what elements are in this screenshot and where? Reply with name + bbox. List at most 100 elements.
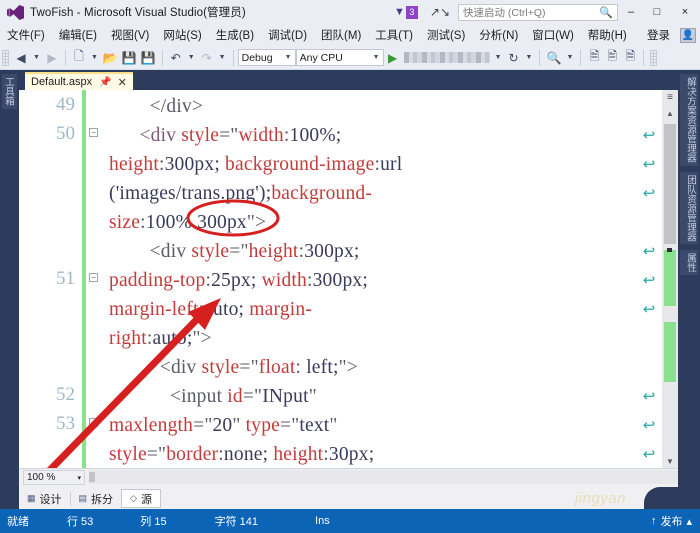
visual-studio-window: TwoFish - Microsoft Visual Studio(管理员) ▼… bbox=[0, 0, 700, 533]
status-column: 列 15 bbox=[140, 516, 167, 528]
toolbar-grip[interactable] bbox=[2, 49, 9, 66]
scrollbar-thumb[interactable] bbox=[664, 124, 676, 244]
browser-caret-icon[interactable]: ▼ bbox=[492, 54, 505, 61]
dock-corner-decoration bbox=[644, 487, 700, 509]
redo-icon: ↷ bbox=[201, 50, 212, 65]
start-debug-icon[interactable]: ▶ bbox=[384, 48, 402, 68]
menu-item-test[interactable]: 测试(S) bbox=[420, 27, 472, 43]
solution-platform-combo[interactable]: Any CPU ▼ bbox=[295, 49, 384, 66]
title-bar-right: ▼ 3 ↗↘ 快速启动 (Ctrl+Q) 🔍 – □ × bbox=[394, 0, 700, 24]
redo-caret-icon: ▼ bbox=[218, 54, 226, 61]
sidebar-item-team-explorer[interactable]: 团队资源管理器 bbox=[680, 171, 698, 244]
notification-area[interactable]: ▼ 3 bbox=[394, 5, 418, 19]
scrollbar-thumb[interactable] bbox=[89, 472, 95, 482]
account-icon[interactable]: 👤 bbox=[680, 27, 696, 43]
menu-item-debug[interactable]: 调试(D) bbox=[261, 27, 314, 43]
tab-default-aspx[interactable]: Default.aspx 📌 ✕ bbox=[25, 72, 133, 90]
watermark: jingyan bbox=[574, 490, 626, 507]
find-caret-icon[interactable]: ▼ bbox=[563, 54, 576, 61]
menu-item-analyze[interactable]: 分析(N) bbox=[472, 27, 525, 43]
tab-split-view[interactable]: ▤ 拆分 bbox=[71, 489, 122, 508]
refresh-icon[interactable]: ↻ bbox=[505, 48, 523, 68]
maximize-button[interactable]: □ bbox=[644, 0, 670, 24]
new-project-caret-icon[interactable]: ▼ bbox=[88, 54, 101, 61]
quick-launch-input[interactable]: 快速启动 (Ctrl+Q) 🔍 bbox=[458, 3, 618, 21]
menu-item-view[interactable]: 视图(V) bbox=[104, 27, 156, 43]
word-wrap-glyph: ↩ bbox=[642, 301, 656, 318]
menu-bar: 文件(F) 编辑(E) 视图(V) 网站(S) 生成(B) 调试(D) 团队(M… bbox=[0, 24, 700, 46]
minimize-button[interactable]: – bbox=[618, 0, 644, 24]
document-tab-strip: Default.aspx 📌 ✕ bbox=[19, 70, 678, 90]
word-wrap-glyph: ↩ bbox=[642, 388, 656, 405]
title-bar: TwoFish - Microsoft Visual Studio(管理员) ▼… bbox=[0, 0, 700, 24]
word-wrap-glyph: ↩ bbox=[642, 185, 656, 202]
menu-item-help[interactable]: 帮助(H) bbox=[581, 27, 634, 43]
menu-item-website[interactable]: 网站(S) bbox=[156, 27, 208, 43]
toolbar-separator bbox=[161, 49, 163, 66]
code-editor[interactable]: 49 50 51 52 53 − − − </div> <div style="… bbox=[19, 90, 678, 468]
code-text[interactable]: </div> <div style="width:100%; height:30… bbox=[109, 92, 629, 468]
word-wrap-glyph: ↩ bbox=[642, 156, 656, 173]
collapse-toggle[interactable]: − bbox=[89, 418, 98, 427]
undo-icon[interactable]: ↶ bbox=[167, 48, 185, 68]
save-icon[interactable]: 💾 bbox=[120, 48, 139, 68]
visual-studio-logo-icon bbox=[6, 4, 24, 20]
scrollbar-change-marker bbox=[664, 250, 676, 306]
collapse-toggle[interactable]: − bbox=[89, 273, 98, 282]
chevron-down-icon: ▾ bbox=[77, 474, 81, 482]
split-view-handle[interactable]: ≡ bbox=[665, 92, 675, 104]
close-icon[interactable]: ✕ bbox=[118, 76, 127, 89]
menu-item-team[interactable]: 团队(M) bbox=[314, 27, 368, 43]
navigate-back-caret-icon[interactable]: ▼ bbox=[30, 54, 43, 61]
solution-configuration-combo[interactable]: Debug ▼ bbox=[237, 49, 296, 66]
standard-toolbar: ◀ ▼ ▶ 🗋 ▼ 📂 💾 💾 ↶ ▼ ↷ ▼ Debug ▼ Any CPU … bbox=[0, 46, 700, 70]
word-wrap-glyph: ↩ bbox=[642, 243, 656, 260]
menu-item-tools[interactable]: 工具(T) bbox=[368, 27, 420, 43]
zoom-level-combo[interactable]: 100 % ▾ bbox=[23, 470, 85, 485]
menu-item-build[interactable]: 生成(B) bbox=[209, 27, 261, 43]
refresh-caret-icon[interactable]: ▼ bbox=[523, 54, 536, 61]
sidebar-item-toolbox[interactable]: 工具箱 bbox=[2, 74, 17, 109]
status-chars: 字符 141 bbox=[214, 516, 259, 528]
properties-window-icon[interactable]: 🖹 bbox=[603, 48, 621, 68]
line-number: 51 bbox=[56, 268, 75, 289]
pin-icon[interactable]: 📌 bbox=[99, 77, 111, 88]
find-icon[interactable]: 🔍 bbox=[544, 48, 563, 68]
editor-horizontal-scrollbar[interactable] bbox=[89, 470, 678, 484]
menu-bar-right: 登录 👤 bbox=[647, 24, 696, 46]
solution-platform-value: Any CPU bbox=[299, 51, 343, 64]
menu-item-file[interactable]: 文件(F) bbox=[0, 27, 52, 43]
send-feedback-icon[interactable]: ↗↘ bbox=[430, 5, 450, 19]
close-button[interactable]: × bbox=[670, 0, 700, 24]
sign-in-button[interactable]: 登录 bbox=[647, 27, 670, 43]
toolbar-separator bbox=[643, 49, 645, 66]
new-document-icon[interactable]: 🗎 bbox=[585, 48, 603, 68]
status-ready: 就绪 bbox=[7, 516, 29, 528]
tab-source-view[interactable]: ◇ 源 bbox=[121, 489, 161, 508]
zoom-level-value: 100 % bbox=[27, 472, 56, 483]
toolbar-separator bbox=[539, 49, 541, 66]
menu-item-window[interactable]: 窗口(W) bbox=[525, 27, 581, 43]
tab-design-view[interactable]: ▦ 设计 bbox=[19, 489, 70, 508]
scroll-down-button[interactable]: ▼ bbox=[662, 454, 678, 468]
browser-selector[interactable] bbox=[403, 52, 490, 63]
menu-item-edit[interactable]: 编辑(E) bbox=[52, 27, 104, 43]
sidebar-item-solution-explorer[interactable]: 解决方案资源管理器 bbox=[680, 74, 698, 166]
line-number: 52 bbox=[56, 384, 75, 405]
word-wrap-glyph-column: ↩ ↩ ↩ ↩ ↩ ↩ ↩ ↩ ↩ ↩ bbox=[640, 92, 658, 468]
status-insert-mode: Ins bbox=[315, 515, 330, 527]
toolbar-overflow-grip[interactable] bbox=[650, 49, 658, 66]
publish-button[interactable]: 发布 bbox=[660, 513, 682, 529]
open-file-icon[interactable]: 📂 bbox=[101, 48, 120, 68]
editor-vertical-scrollbar[interactable]: ≡ ▲ ▼ bbox=[662, 90, 678, 468]
new-project-icon[interactable]: 🗋 bbox=[70, 48, 88, 68]
undo-caret-icon[interactable]: ▼ bbox=[185, 54, 198, 61]
sidebar-item-properties[interactable]: 属性 bbox=[680, 250, 698, 275]
save-all-icon[interactable]: 💾 bbox=[139, 48, 158, 68]
scrollbar-change-marker bbox=[664, 322, 676, 382]
navigate-back-icon[interactable]: ◀ bbox=[12, 48, 30, 68]
scroll-up-button[interactable]: ▲ bbox=[662, 106, 678, 120]
chevron-up-icon[interactable]: ▴ bbox=[686, 515, 692, 528]
collapse-toggle[interactable]: − bbox=[89, 128, 98, 137]
help-window-icon[interactable]: 🗎 bbox=[621, 48, 639, 68]
